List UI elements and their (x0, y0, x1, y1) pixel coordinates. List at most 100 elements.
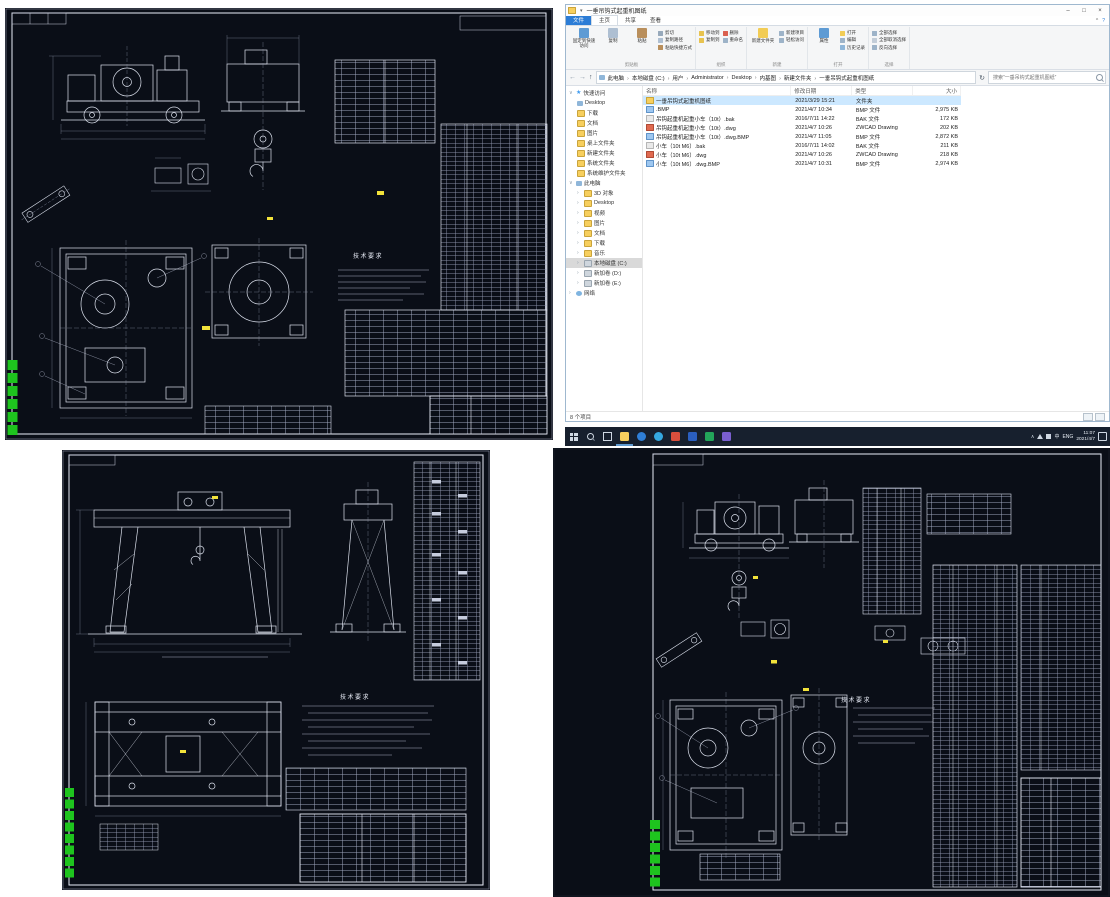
chevron-right-icon[interactable] (577, 240, 582, 246)
taskbar-edge-button[interactable] (650, 427, 667, 446)
help-icon[interactable] (1102, 18, 1105, 24)
new-folder-button[interactable]: 新建文件夹 (750, 28, 776, 44)
minimize-button[interactable] (1061, 6, 1075, 16)
chevron-right-icon[interactable] (577, 210, 582, 216)
chevron-right-icon[interactable] (577, 200, 582, 206)
taskbar-browser-button[interactable] (633, 427, 650, 446)
column-size[interactable]: 大小 (913, 86, 961, 95)
chevron-right-icon[interactable] (577, 270, 582, 276)
open-button[interactable]: 打开 (840, 30, 865, 36)
taskbar-app-button[interactable] (718, 427, 735, 446)
history-button[interactable]: 历史记录 (840, 45, 865, 51)
sidebar-item-volume-e[interactable]: 新加卷 (E:) (566, 278, 642, 288)
sidebar-network[interactable]: 网络 (566, 288, 642, 298)
file-row[interactable]: 小车（10t M6）.dwg 2021/4/7 10:26 ZWCAD Draw… (643, 150, 961, 159)
breadcrumb-segment[interactable]: Desktop (731, 75, 759, 81)
paste-button[interactable]: 粘贴 (629, 28, 655, 44)
quick-access-toolbar-dropdown-icon[interactable] (580, 8, 583, 14)
details-view-button[interactable] (1083, 412, 1093, 421)
properties-button[interactable]: 属性 (811, 28, 837, 44)
file-row[interactable]: 小车（10t M6）.dwg.BMP 2021/4/7 10:31 BMP 文件… (643, 159, 961, 168)
forward-button[interactable] (579, 74, 586, 81)
file-row[interactable]: 吊钩起重机起重小车（10t）.bak 2016/7/11 14:22 BAK 文… (643, 114, 961, 123)
taskbar-clock[interactable]: 11:07 2021/4/7 (1076, 431, 1095, 442)
paste-shortcut-button[interactable]: 粘贴快捷方式 (658, 45, 692, 51)
chevron-down-icon[interactable] (569, 90, 574, 96)
sidebar-item-pinned-folder[interactable]: 桌上文件夹 (566, 138, 642, 148)
up-button[interactable] (589, 74, 593, 81)
move-to-button[interactable]: 移动到 (699, 30, 720, 36)
chevron-down-icon[interactable] (569, 180, 574, 186)
breadcrumb-segment[interactable]: 内基图 (759, 74, 783, 82)
tab-file[interactable]: 文件 (566, 16, 592, 25)
file-row[interactable]: .BMP 2021/4/7 10:34 BMP 文件 2,975 KB (643, 105, 961, 114)
breadcrumb-segment[interactable]: 新建文件夹 (783, 74, 818, 82)
search-input[interactable] (991, 73, 1094, 82)
chevron-right-icon[interactable] (577, 280, 582, 286)
title-bar[interactable]: 一垂吊钩式起重机图纸 (566, 5, 1109, 16)
copy-to-button[interactable]: 复制到 (699, 37, 720, 43)
cut-button[interactable]: 剪切 (658, 30, 692, 36)
taskbar-app-button[interactable] (701, 427, 718, 446)
chevron-right-icon[interactable] (577, 250, 582, 256)
pin-to-quick-access-button[interactable]: 固定到快速访问 (571, 28, 597, 49)
back-button[interactable] (569, 74, 576, 81)
breadcrumb-segment[interactable]: 一垂吊钩式起重机图纸 (818, 74, 875, 82)
file-row[interactable]: 小车（10t M6）.bak 2016/7/11 14:02 BAK 文件 21… (643, 141, 961, 150)
sidebar-item-documents[interactable]: 文档 (566, 118, 642, 128)
breadcrumb-segment[interactable]: 此电脑 (607, 74, 631, 82)
sidebar-item-3d-objects[interactable]: 3D 对象 (566, 188, 642, 198)
sidebar-item-pictures-pc[interactable]: 图片 (566, 218, 642, 228)
breadcrumb-segment[interactable]: 用户 (671, 74, 690, 82)
column-type[interactable]: 类型 (852, 86, 914, 95)
thumbnails-view-button[interactable] (1095, 412, 1105, 421)
sidebar-item-pinned-folder[interactable]: 系统维护文件夹 (566, 168, 642, 178)
tab-view[interactable]: 查看 (643, 16, 668, 25)
action-center-icon[interactable] (1098, 432, 1107, 441)
sidebar-item-local-disk-c[interactable]: 本地磁盘 (C:) (566, 258, 642, 268)
sidebar-item-volume-d[interactable]: 新加卷 (D:) (566, 268, 642, 278)
volume-icon[interactable] (1037, 434, 1044, 439)
taskbar-app-button[interactable] (684, 427, 701, 446)
sidebar-item-music[interactable]: 音乐 (566, 248, 642, 258)
tab-share[interactable]: 共享 (618, 16, 643, 25)
file-row[interactable]: 吊钩起重机起重小车（10t）.dwg.BMP 2021/4/7 11:05 BM… (643, 132, 961, 141)
edit-button[interactable]: 编辑 (840, 37, 865, 43)
ime-indicator[interactable]: 中 (1054, 433, 1059, 440)
column-date[interactable]: 修改日期 (791, 86, 853, 95)
tray-overflow-chevron-icon[interactable] (1031, 434, 1035, 440)
refresh-icon[interactable] (979, 74, 985, 82)
search-box[interactable] (988, 71, 1106, 84)
select-none-button[interactable]: 全部取消选择 (872, 37, 906, 43)
search-button[interactable] (582, 427, 599, 446)
sidebar-quick-access[interactable]: 快速访问 (566, 88, 642, 98)
chevron-right-icon[interactable] (577, 230, 582, 236)
file-row[interactable]: 一垂吊钩式起重机图纸 2021/3/29 15:21 文件夹 (643, 96, 961, 105)
copy-button[interactable]: 复制 (600, 28, 626, 44)
chevron-right-icon[interactable] (577, 260, 582, 266)
chevron-right-icon[interactable] (577, 220, 582, 226)
sidebar-item-desktop[interactable]: Desktop (566, 98, 642, 108)
file-row[interactable]: 吊钩起重机起重小车（10t）.dwg 2021/4/7 10:26 ZWCAD … (643, 123, 961, 132)
sidebar-item-pinned-folder[interactable]: 新建文件夹 (566, 148, 642, 158)
chevron-right-icon[interactable] (577, 190, 582, 196)
ribbon-collapse-icon[interactable] (1096, 18, 1098, 24)
taskbar-app-button[interactable] (667, 427, 684, 446)
tab-home[interactable]: 主页 (591, 15, 619, 25)
close-button[interactable] (1093, 6, 1107, 16)
maximize-button[interactable] (1077, 6, 1091, 16)
sidebar-item-downloads-pc[interactable]: 下载 (566, 238, 642, 248)
invert-selection-button[interactable]: 反向选择 (872, 45, 906, 51)
language-indicator[interactable]: ENG (1062, 434, 1073, 440)
column-name[interactable]: 名称 (643, 86, 792, 95)
chevron-right-icon[interactable] (569, 290, 574, 296)
sidebar-this-pc[interactable]: 此电脑 (566, 178, 642, 188)
delete-button[interactable]: 删除 (722, 30, 744, 36)
taskbar-explorer-button[interactable] (616, 427, 633, 446)
breadcrumb-segment[interactable]: 本地磁盘 (C:) (631, 74, 672, 82)
sidebar-item-pinned-folder[interactable]: 系统文件夹 (566, 158, 642, 168)
sidebar-item-downloads[interactable]: 下载 (566, 108, 642, 118)
task-view-button[interactable] (599, 427, 616, 446)
breadcrumb[interactable]: 此电脑 本地磁盘 (C:) 用户 Administrator Desktop 内… (595, 71, 977, 84)
easy-access-button[interactable]: 轻松访问 (779, 37, 804, 43)
